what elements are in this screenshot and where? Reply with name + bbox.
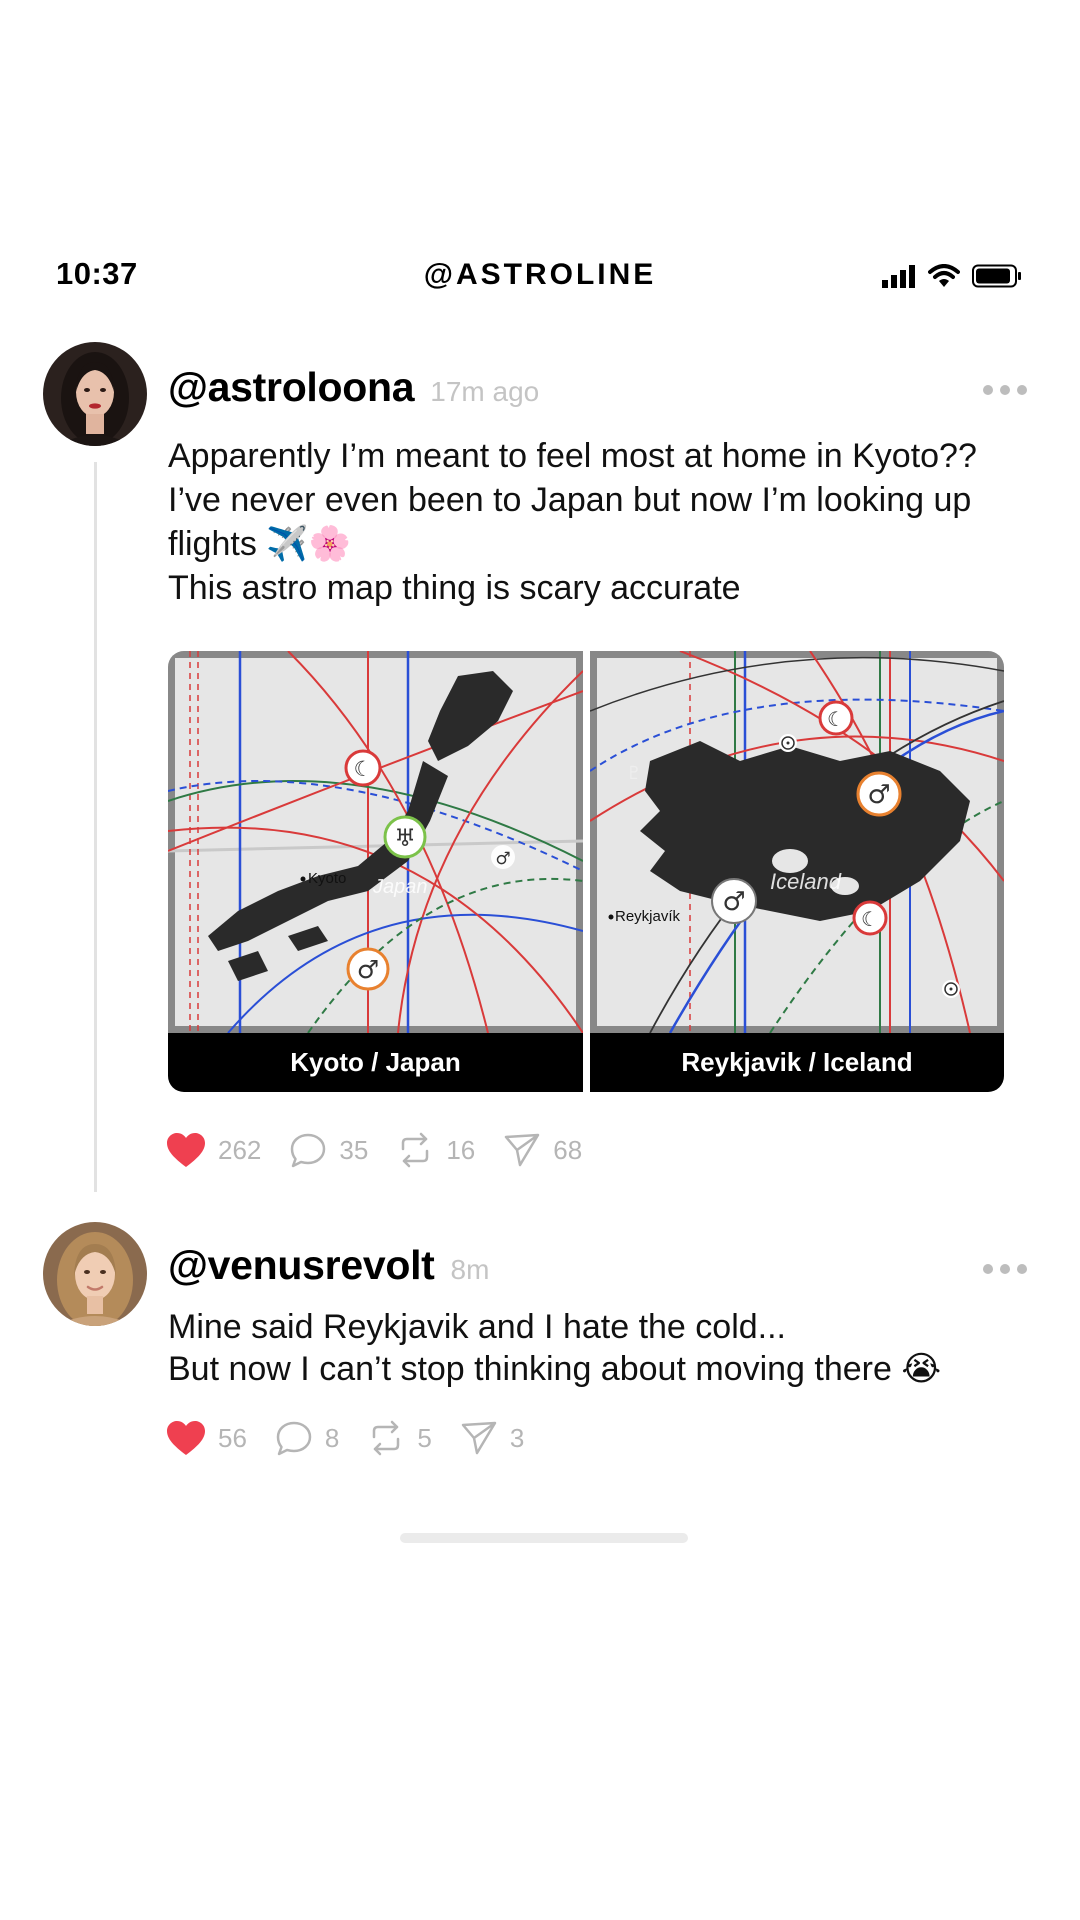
post-text: Mine said Reykjavik and I hate the cold.… [168, 1306, 1028, 1390]
heart-icon [167, 1421, 205, 1455]
comment-count: 35 [339, 1134, 369, 1165]
battery-icon [972, 264, 1021, 288]
repost-icon [402, 1132, 429, 1168]
repost-count: 16 [446, 1134, 476, 1165]
comment-icon [291, 1133, 326, 1168]
avatar[interactable] [43, 342, 147, 446]
svg-text:☾: ☾ [827, 707, 845, 731]
wifi-icon [928, 264, 960, 287]
mars-icon: ♂ [711, 878, 757, 924]
city-label: Kyoto [308, 870, 346, 887]
username[interactable]: @astroloona [168, 364, 415, 411]
like-button[interactable]: 262 [166, 1132, 261, 1168]
comment-count: 8 [324, 1422, 340, 1453]
country-label: Japan [372, 876, 428, 898]
repost-count: 5 [417, 1422, 432, 1453]
svg-text:♅: ♅ [394, 824, 416, 852]
like-count: 262 [218, 1134, 262, 1165]
svg-text:♂: ♂ [495, 849, 510, 869]
moon-icon: ☾ [818, 700, 854, 736]
post-actions: 262 35 16 68 [166, 1130, 610, 1170]
more-options-icon[interactable] [983, 385, 1027, 395]
post-text: Apparently I’m meant to feel most at hom… [168, 434, 1028, 610]
post-text-line: This astro map thing is scary accurate [168, 569, 741, 607]
status-icons [882, 256, 1022, 296]
japan-map-graphic: Kyoto Japan ☾ ♅ ♂ ♂ [168, 651, 583, 1040]
uranus-icon: ♅ [383, 815, 427, 859]
thread-line [94, 462, 97, 1192]
svg-text:♇: ♇ [626, 763, 642, 784]
mars-icon: ♂ [491, 845, 515, 869]
post-actions: 56 8 5 3 [166, 1418, 552, 1458]
repost-button[interactable]: 5 [367, 1419, 432, 1457]
svg-text:♂: ♂ [357, 955, 379, 984]
username[interactable]: @venusrevolt [168, 1242, 435, 1289]
timestamp: 17m ago [430, 376, 540, 407]
timestamp: 8m [450, 1254, 490, 1285]
share-count: 68 [553, 1134, 583, 1165]
post-text-line: flights ✈️🌸 [168, 525, 351, 563]
post-header: @astroloona 17m ago [168, 364, 539, 411]
astro-map-image[interactable]: Kyoto Japan ☾ ♅ ♂ ♂ Kyoto / Japan [168, 651, 583, 1092]
post-text-line: I’ve never even been to Japan but now I’… [168, 481, 972, 519]
send-icon [461, 1421, 497, 1455]
map-caption: Reykjavik / Iceland [590, 1033, 1004, 1092]
comment-icon [276, 1421, 312, 1456]
post-text-line: But now I can’t stop thinking about movi… [168, 1350, 942, 1388]
sun-icon [942, 980, 960, 998]
share-count: 3 [509, 1422, 525, 1453]
comment-button[interactable]: 8 [275, 1420, 339, 1456]
mars-icon: ♂ [856, 771, 902, 817]
iceland-map-graphic: Reykjavík Iceland ☾ ♂ ♂ ☾ ♇ [590, 651, 1004, 1040]
astro-map-image[interactable]: Reykjavík Iceland ☾ ♂ ♂ ☾ ♇ Reykjavik / … [590, 651, 1004, 1092]
moon-icon: ☾ [344, 749, 382, 787]
send-icon [504, 1133, 540, 1167]
country-label: Iceland [770, 869, 842, 894]
repost-icon [373, 1420, 400, 1456]
sun-icon [779, 734, 797, 752]
post-text-line: Mine said Reykjavik and I hate the cold.… [168, 1308, 786, 1346]
moon-icon: ☾ [852, 900, 888, 936]
avatar[interactable] [43, 1222, 147, 1326]
post-header: @venusrevolt 8m [168, 1242, 489, 1289]
like-button[interactable]: 56 [166, 1420, 247, 1456]
svg-text:☾: ☾ [354, 757, 373, 781]
home-indicator[interactable] [400, 1533, 688, 1543]
mars-icon: ♂ [346, 947, 390, 991]
map-caption: Kyoto / Japan [168, 1033, 583, 1092]
like-count: 56 [218, 1422, 247, 1453]
city-label: Reykjavík [615, 908, 681, 925]
svg-text:☾: ☾ [861, 907, 879, 931]
svg-text:♂: ♂ [867, 780, 890, 810]
more-options-icon[interactable] [983, 1264, 1027, 1274]
repost-button[interactable]: 16 [396, 1131, 475, 1169]
share-button[interactable]: 68 [503, 1132, 582, 1168]
signal-icon [882, 265, 915, 288]
status-bar: 10:37 @ASTROLINE [0, 250, 1080, 306]
pluto-icon: ♇ [626, 763, 642, 784]
comment-button[interactable]: 35 [289, 1132, 368, 1168]
svg-text:♂: ♂ [722, 887, 745, 917]
heart-icon [167, 1133, 205, 1167]
share-button[interactable]: 3 [460, 1420, 524, 1456]
post-text-line: Apparently I’m meant to feel most at hom… [168, 437, 977, 475]
